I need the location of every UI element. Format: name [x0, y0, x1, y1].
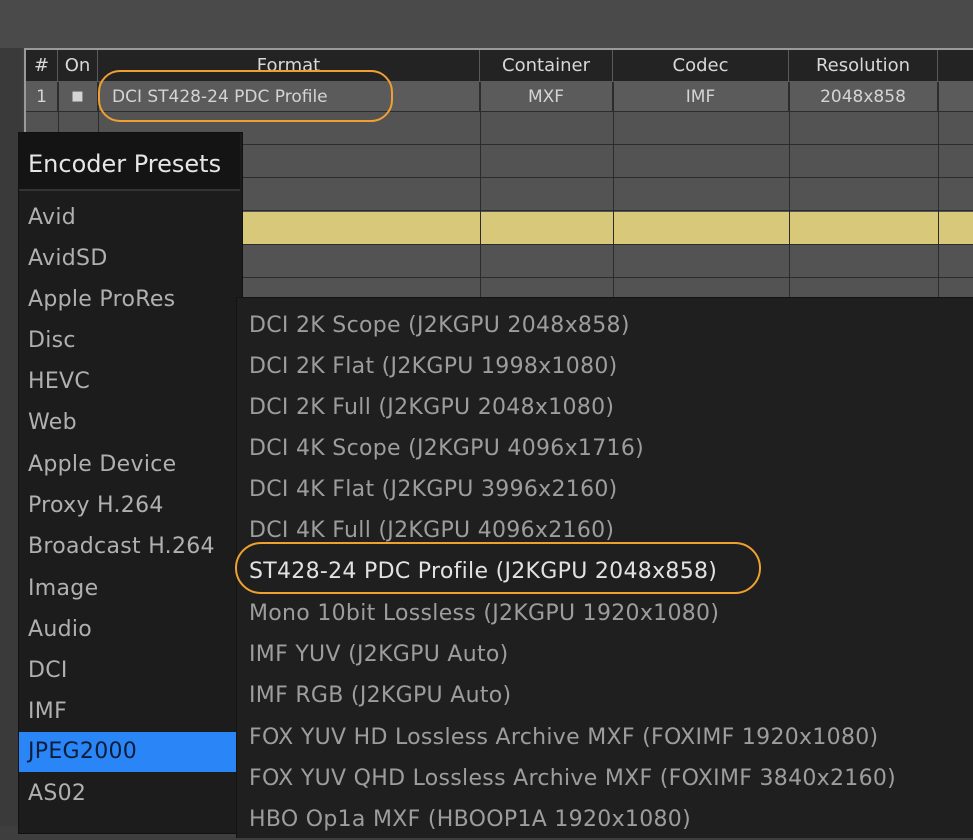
row-resolution-cell[interactable]: 2048x858 — [789, 82, 938, 112]
preset-category-broadcast-h264[interactable]: Broadcast H.264 — [19, 527, 240, 567]
preset-dci-2k-flat[interactable]: DCI 2K Flat (J2KGPU 1998x1080) — [249, 346, 969, 387]
column-divider — [938, 82, 939, 312]
row-container-cell[interactable]: MXF — [480, 82, 613, 112]
preset-dci-4k-flat[interactable]: DCI 4K Flat (J2KGPU 3996x2160) — [249, 469, 969, 510]
column-header-on[interactable]: On — [58, 50, 98, 82]
preset-hbo-op1a-mxf[interactable]: HBO Op1a MXF (HBOOP1A 1920x1080) — [249, 799, 969, 840]
column-header-number[interactable]: # — [26, 50, 58, 82]
preset-mono-10bit-lossless[interactable]: Mono 10bit Lossless (J2KGPU 1920x1080) — [249, 593, 969, 634]
preset-fox-yuv-qhd-lossless[interactable]: FOX YUV QHD Lossless Archive MXF (FOXIMF… — [249, 758, 969, 799]
preset-imf-rgb[interactable]: IMF RGB (J2KGPU Auto) — [249, 675, 969, 716]
column-header-container[interactable]: Container — [480, 50, 613, 82]
preset-category-disc[interactable]: Disc — [19, 321, 240, 361]
preset-category-apple-prores[interactable]: Apple ProRes — [19, 280, 240, 320]
preset-category-avid[interactable]: Avid — [19, 198, 240, 238]
column-divider — [789, 82, 790, 312]
row-codec-cell[interactable]: IMF — [613, 82, 789, 112]
window-top-band — [0, 0, 973, 48]
preset-category-audio[interactable]: Audio — [19, 610, 240, 650]
column-header-resolution[interactable]: Resolution — [789, 50, 938, 82]
preset-dci-2k-scope[interactable]: DCI 2K Scope (J2KGPU 2048x858) — [249, 305, 969, 346]
row-enabled-checkbox[interactable]: ■ — [58, 82, 98, 112]
row-format-cell[interactable]: DCI ST428-24 PDC Profile — [98, 82, 480, 112]
preset-st428-24-pdc-profile[interactable]: ST428-24 PDC Profile (J2KGPU 2048x858) — [249, 551, 969, 592]
column-header-codec[interactable]: Codec — [613, 50, 789, 82]
column-divider — [480, 82, 481, 312]
encoder-presets-title: Encoder Presets — [19, 133, 240, 191]
preset-category-as02[interactable]: AS02 — [19, 774, 240, 814]
preset-dci-4k-scope[interactable]: DCI 4K Scope (J2KGPU 4096x1716) — [249, 428, 969, 469]
column-header-extra[interactable] — [938, 50, 973, 82]
preset-category-imf[interactable]: IMF — [19, 692, 240, 732]
preset-dci-4k-full[interactable]: DCI 4K Full (J2KGPU 4096x2160) — [249, 510, 969, 551]
preset-fox-yuv-hd-lossless[interactable]: FOX YUV HD Lossless Archive MXF (FOXIMF … — [249, 717, 969, 758]
preset-category-dci[interactable]: DCI — [19, 651, 240, 691]
jpeg2000-submenu: DCI 2K Scope (J2KGPU 2048x858) DCI 2K Fl… — [236, 297, 973, 838]
preset-category-image[interactable]: Image — [19, 569, 240, 609]
preset-category-web[interactable]: Web — [19, 403, 240, 443]
preset-category-avidsd[interactable]: AvidSD — [19, 239, 240, 279]
row-number: 1 — [26, 82, 58, 112]
row-extra-cell[interactable] — [938, 82, 973, 112]
column-divider — [613, 82, 614, 312]
encoder-presets-menu: Encoder Presets Avid AvidSD Apple ProRes… — [18, 132, 243, 834]
preset-category-proxy-h264[interactable]: Proxy H.264 — [19, 486, 240, 526]
preset-category-jpeg2000[interactable]: JPEG2000 — [19, 732, 240, 772]
preset-imf-yuv[interactable]: IMF YUV (J2KGPU Auto) — [249, 634, 969, 675]
column-header-format[interactable]: Format — [98, 50, 480, 82]
preset-category-hevc[interactable]: HEVC — [19, 362, 240, 402]
preset-category-apple-device[interactable]: Apple Device — [19, 445, 240, 485]
preset-dci-2k-full[interactable]: DCI 2K Full (J2KGPU 2048x1080) — [249, 387, 969, 428]
